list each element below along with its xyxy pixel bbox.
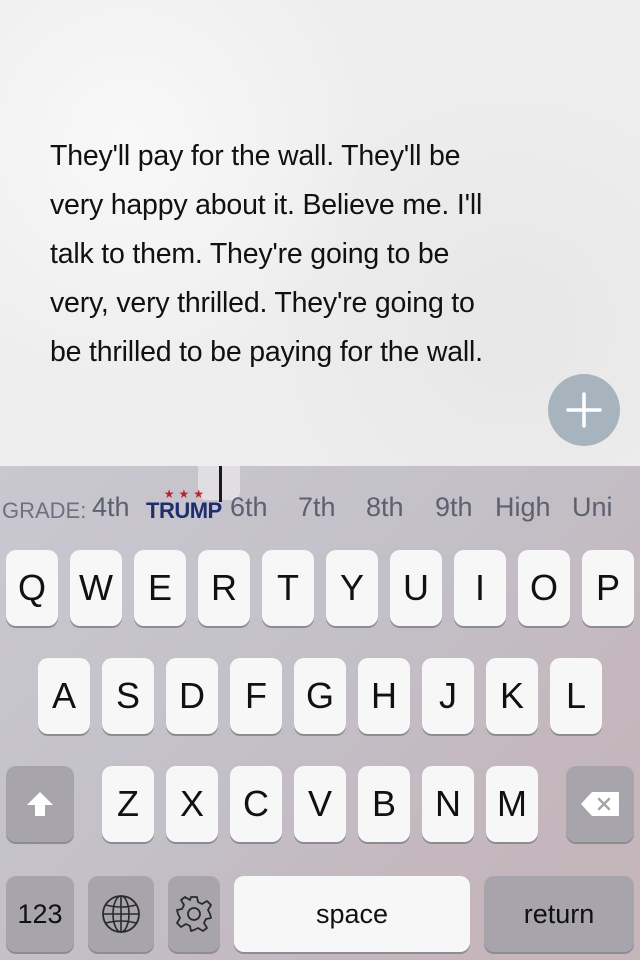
key-l[interactable]: L (550, 658, 602, 734)
globe-key[interactable] (88, 876, 154, 952)
key-b[interactable]: B (358, 766, 410, 842)
key-c[interactable]: C (230, 766, 282, 842)
grade-option-6th[interactable]: 6th (230, 492, 268, 523)
grade-option-4th[interactable]: 4th (92, 492, 130, 523)
keyboard: GRADE: 4th ★★★ TRUMP 6th 7th 8th 9th Hig… (0, 466, 640, 960)
key-y[interactable]: Y (326, 550, 378, 626)
delete-key[interactable] (566, 766, 634, 842)
note-line: very happy about it. Believe me. I'll (50, 189, 483, 221)
key-w[interactable]: W (70, 550, 122, 626)
key-n[interactable]: N (422, 766, 474, 842)
key-m[interactable]: M (486, 766, 538, 842)
plus-icon (566, 392, 602, 428)
key-u[interactable]: U (390, 550, 442, 626)
note-text[interactable]: They'll pay for the wall. They'll be ver… (50, 132, 610, 377)
key-q[interactable]: Q (6, 550, 58, 626)
key-o[interactable]: O (518, 550, 570, 626)
grade-option-uni[interactable]: Uni (572, 492, 613, 523)
key-p[interactable]: P (582, 550, 634, 626)
grade-label: GRADE: (2, 498, 87, 523)
note-line: be thrilled to be paying for the wall. (50, 336, 483, 368)
grade-option-7th[interactable]: 7th (298, 492, 336, 523)
numbers-key[interactable]: 123 (6, 876, 74, 952)
note-line: very, very thrilled. They're going to (50, 287, 475, 319)
key-r[interactable]: R (198, 550, 250, 626)
settings-key[interactable] (168, 876, 220, 952)
note-line: They'll pay for the wall. They'll be (50, 140, 461, 172)
add-button[interactable] (548, 374, 620, 446)
key-d[interactable]: D (166, 658, 218, 734)
note-line: talk to them. They're going to be (50, 238, 450, 270)
key-x[interactable]: X (166, 766, 218, 842)
grade-option-8th[interactable]: 8th (366, 492, 404, 523)
key-g[interactable]: G (294, 658, 346, 734)
key-t[interactable]: T (262, 550, 314, 626)
return-key[interactable]: return (484, 876, 634, 952)
grade-option-trump[interactable]: ★★★ TRUMP (146, 488, 222, 522)
note-area[interactable]: They'll pay for the wall. They'll be ver… (0, 0, 640, 466)
gear-icon (176, 896, 212, 932)
key-h[interactable]: H (358, 658, 410, 734)
globe-icon (102, 895, 140, 933)
space-key[interactable]: space (234, 876, 470, 952)
trump-label: TRUMP (146, 498, 222, 523)
key-e[interactable]: E (134, 550, 186, 626)
key-f[interactable]: F (230, 658, 282, 734)
shift-key[interactable] (6, 766, 74, 842)
key-v[interactable]: V (294, 766, 346, 842)
grade-option-9th[interactable]: 9th (435, 492, 473, 523)
key-z[interactable]: Z (102, 766, 154, 842)
shift-arrow-icon (27, 792, 53, 816)
key-j[interactable]: J (422, 658, 474, 734)
grade-level-bar[interactable]: GRADE: 4th ★★★ TRUMP 6th 7th 8th 9th Hig… (0, 466, 640, 550)
key-a[interactable]: A (38, 658, 90, 734)
key-s[interactable]: S (102, 658, 154, 734)
grade-option-high[interactable]: High (495, 492, 551, 523)
backspace-icon (581, 792, 619, 816)
key-k[interactable]: K (486, 658, 538, 734)
key-i[interactable]: I (454, 550, 506, 626)
